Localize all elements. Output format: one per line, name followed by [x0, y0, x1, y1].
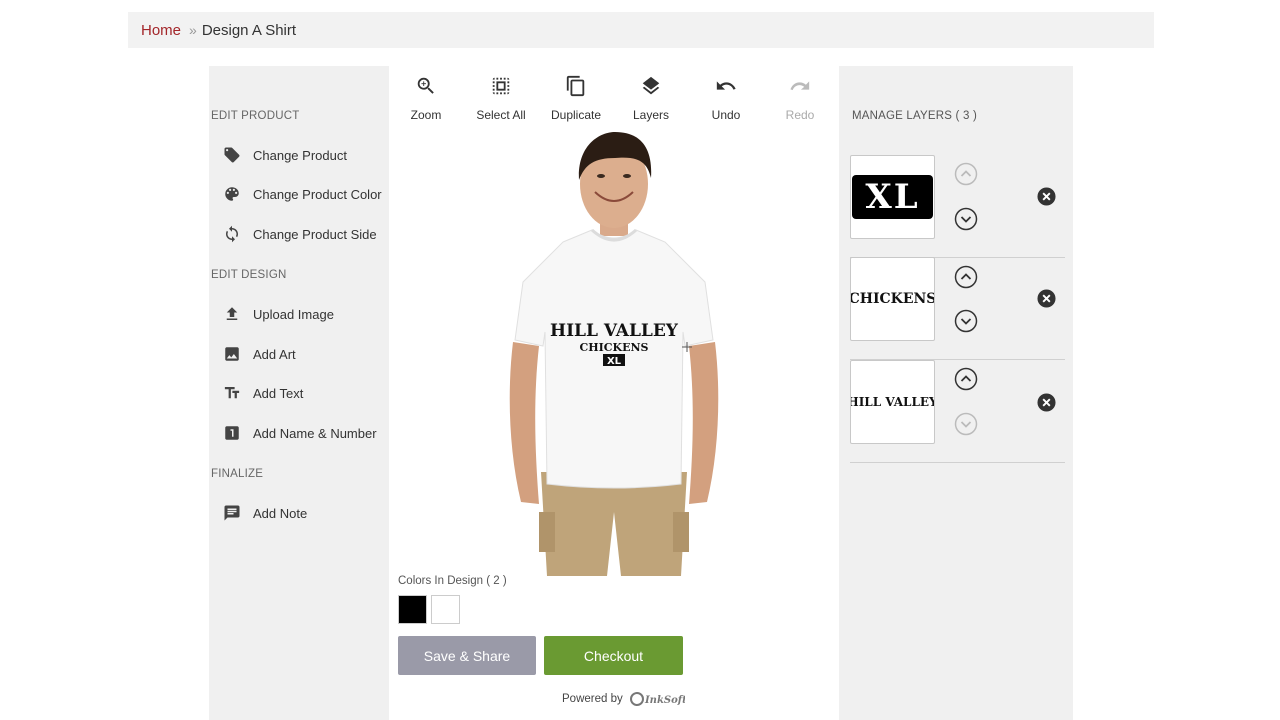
layer-move-down-button[interactable]	[954, 309, 978, 333]
layers-panel: MANAGE LAYERS ( 3 ) XL CHICKENS HILL VAL…	[839, 66, 1073, 720]
powered-by-label: Powered by	[562, 693, 623, 705]
redo-icon	[789, 75, 811, 102]
design-line-3: XL	[607, 356, 622, 367]
menu-upload-image[interactable]: Upload Image	[223, 302, 334, 326]
breadcrumb: Home » Design A Shirt	[128, 12, 1154, 48]
undo-icon	[715, 75, 737, 102]
menu-change-product-color[interactable]: Change Product Color	[223, 182, 382, 206]
manage-layers-title: MANAGE LAYERS ( 3 )	[852, 110, 978, 122]
close-icon	[1037, 187, 1056, 206]
toolbar-layers[interactable]: Layers	[616, 75, 686, 122]
model-head	[578, 132, 652, 236]
menu-label: Upload Image	[253, 306, 334, 322]
layer-row: XL	[850, 155, 1065, 258]
menu-add-name-number[interactable]: Add Name & Number	[223, 421, 377, 445]
colors-in-design-label: Colors In Design ( 2 )	[398, 575, 507, 587]
design-area: Zoom Select All Duplicate Layers Undo Re…	[389, 66, 839, 686]
menu-label: Add Name & Number	[253, 425, 377, 441]
chevron-down-circle-icon	[954, 309, 978, 333]
zoom-in-icon	[415, 75, 437, 102]
comment-icon	[223, 504, 241, 522]
image-icon	[223, 345, 241, 363]
color-swatch-black[interactable]	[398, 595, 427, 624]
section-title-edit-design: EDIT DESIGN	[211, 269, 287, 281]
breadcrumb-current: Design A Shirt	[201, 21, 297, 39]
checkout-button[interactable]: Checkout	[544, 636, 683, 675]
toolbar-label: Zoom	[410, 108, 442, 122]
duplicate-icon	[565, 75, 587, 102]
toolbar-label: Select All	[476, 108, 526, 122]
toolbar-duplicate[interactable]: Duplicate	[541, 75, 611, 122]
logo-text: InkSoft	[644, 695, 685, 706]
toolbar-label: Layers	[632, 108, 670, 122]
design-line-1: HILL VALLEY	[550, 321, 679, 341]
menu-change-product[interactable]: Change Product	[223, 143, 347, 167]
layer-thumbnail[interactable]: XL	[850, 155, 935, 239]
layer-thumb-text: XL	[865, 177, 920, 217]
layer-thumb-text: CHICKENS	[850, 291, 935, 307]
section-title-edit-product: EDIT PRODUCT	[211, 110, 300, 122]
tag-icon	[223, 146, 241, 164]
product-canvas[interactable]: HILL VALLEY CHICKENS XL	[499, 132, 729, 576]
toolbar-zoom[interactable]: Zoom	[391, 75, 461, 122]
layer-delete-button[interactable]	[1037, 289, 1056, 308]
breadcrumb-separator: »	[189, 22, 197, 38]
number-icon	[223, 424, 241, 442]
close-icon	[1037, 393, 1056, 412]
chevron-up-circle-icon	[954, 265, 978, 289]
layer-move-down-button[interactable]	[954, 207, 978, 231]
menu-label: Add Art	[253, 346, 296, 362]
menu-add-note[interactable]: Add Note	[223, 501, 307, 525]
layer-delete-button[interactable]	[1037, 393, 1056, 412]
layer-row: HILL VALLEY	[850, 360, 1065, 463]
menu-label: Change Product Side	[253, 226, 377, 242]
design-line-2: CHICKENS	[580, 341, 649, 354]
chevron-up-circle-icon	[954, 162, 978, 186]
menu-add-art[interactable]: Add Art	[223, 342, 296, 366]
upload-icon	[223, 305, 241, 323]
layer-thumbnail[interactable]: CHICKENS	[850, 257, 935, 341]
toolbar-label: Redo	[785, 108, 815, 122]
layer-row: CHICKENS	[850, 257, 1065, 360]
chevron-down-circle-icon	[954, 412, 978, 436]
menu-label: Change Product	[253, 147, 347, 163]
toolbar-select-all[interactable]: Select All	[466, 75, 536, 122]
layer-move-down-button[interactable]	[954, 412, 978, 436]
toolbar-label: Undo	[711, 108, 741, 122]
layer-move-up-button[interactable]	[954, 367, 978, 391]
chevron-up-circle-icon	[954, 367, 978, 391]
layer-move-up-button[interactable]	[954, 265, 978, 289]
menu-label: Add Text	[253, 385, 304, 401]
left-panel: EDIT PRODUCT Change Product Change Produ…	[209, 66, 389, 720]
layer-thumb-text: HILL VALLEY	[850, 395, 935, 409]
rotate-icon	[223, 225, 241, 243]
section-title-finalize: FINALIZE	[211, 468, 264, 480]
toolbar-redo[interactable]: Redo	[765, 75, 835, 122]
layers-icon	[640, 75, 662, 102]
breadcrumb-home-link[interactable]: Home	[141, 22, 181, 39]
layer-move-up-button[interactable]	[954, 162, 978, 186]
menu-label: Change Product Color	[253, 186, 382, 202]
menu-add-text[interactable]: Add Text	[223, 381, 303, 405]
toolbar-undo[interactable]: Undo	[691, 75, 761, 122]
chevron-down-circle-icon	[954, 207, 978, 231]
powered-by: Powered by InkSoft	[562, 690, 685, 708]
menu-change-product-side[interactable]: Change Product Side	[223, 222, 377, 246]
text-icon	[223, 384, 241, 402]
color-swatch-white[interactable]	[431, 595, 460, 624]
close-icon	[1037, 289, 1056, 308]
layer-delete-button[interactable]	[1037, 187, 1056, 206]
palette-icon	[223, 185, 241, 203]
menu-label: Add Note	[253, 505, 308, 521]
toolbar-label: Duplicate	[550, 108, 602, 122]
inksoft-logo: InkSoft	[629, 692, 685, 706]
save-share-button[interactable]: Save & Share	[398, 636, 536, 675]
layer-thumbnail[interactable]: HILL VALLEY	[850, 360, 935, 444]
select-all-icon	[490, 75, 512, 102]
